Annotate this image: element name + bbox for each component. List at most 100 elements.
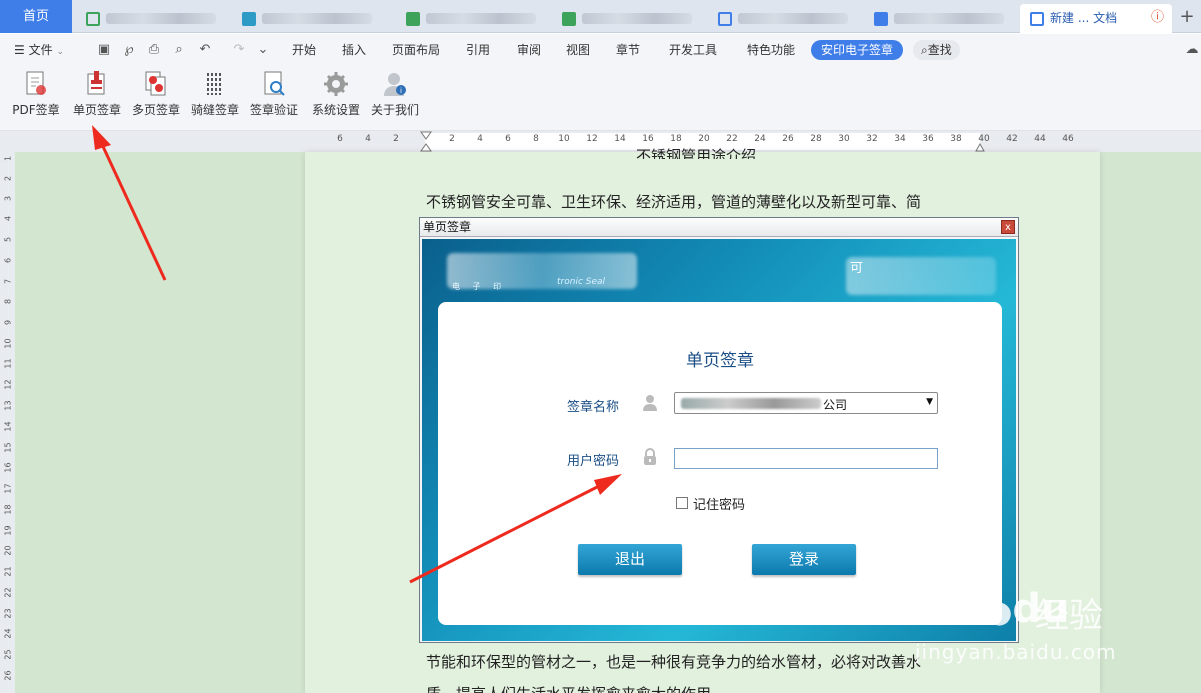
ruler-tick: 20 <box>698 134 710 144</box>
save-icon[interactable]: ▣ <box>95 41 113 59</box>
ruler-tick: 16 <box>642 134 654 144</box>
system-settings-button[interactable]: 系统设置 <box>310 70 362 118</box>
single-page-seal-icon <box>87 71 105 95</box>
vertical-ruler: 1 2 3 4 5 6 7 8 9 10 11 12 13 14 15 16 1… <box>0 152 15 693</box>
menu-page-layout[interactable]: 页面布局 <box>392 40 440 60</box>
print-preview-icon[interactable]: ⌕ <box>170 41 188 59</box>
tab-home[interactable]: 首页 <box>0 0 72 33</box>
baidu-jingyan-watermark: Bai●du 经验 jingyan.baidu.com <box>915 568 1145 668</box>
tab-title-blurred <box>262 13 372 24</box>
menu-start[interactable]: 开始 <box>292 40 316 60</box>
tab-document-2[interactable] <box>232 4 392 33</box>
remember-password-checkbox[interactable] <box>676 497 688 509</box>
indent-marker-icon[interactable] <box>420 131 432 152</box>
remember-password-label[interactable]: 记住密码 <box>693 494 745 513</box>
password-input[interactable] <box>674 448 938 469</box>
tab-document-4[interactable] <box>552 4 702 33</box>
ruler-tick: 2 <box>449 134 455 144</box>
vruler-tick: 23 <box>3 608 13 619</box>
undo-icon[interactable]: ↶ <box>196 41 214 59</box>
ruler-tick: 34 <box>894 134 906 144</box>
customize-toolbar-icon[interactable]: ⌄ <box>254 41 272 59</box>
dialog-title: 单页签章 <box>423 220 472 234</box>
vruler-tick: 24 <box>3 628 13 639</box>
cross-page-seal-label: 骑缝签章 <box>190 103 239 117</box>
cross-page-seal-button[interactable]: 骑缝签章 <box>190 70 240 118</box>
dropdown-arrow-icon[interactable]: ▼ <box>926 397 933 407</box>
right-indent-marker-icon[interactable] <box>975 131 985 152</box>
tab-title-blurred <box>426 13 536 24</box>
seal-name-value: 公司 <box>823 398 848 412</box>
print-icon[interactable]: ⎙ <box>145 41 163 59</box>
ruler-tick: 6 <box>505 134 511 144</box>
file-menu[interactable]: ☰ 文件 ⌄ <box>14 40 64 60</box>
about-us-button[interactable]: i 关于我们 <box>369 70 421 118</box>
single-page-seal-button[interactable]: 单页签章 <box>72 70 122 118</box>
user-icon <box>643 395 657 411</box>
vruler-tick: 9 <box>3 319 13 326</box>
close-icon[interactable]: x <box>1001 220 1015 234</box>
password-label: 用户密码 <box>567 454 620 469</box>
seal-name-select[interactable]: 公司 ▼ <box>674 392 938 414</box>
vruler-tick: 13 <box>3 400 13 411</box>
tab-active-document[interactable]: 新建 ... 文档 ⓘ <box>1020 4 1172 33</box>
tab-document-5[interactable] <box>708 4 858 33</box>
menu-references[interactable]: 引用 <box>466 40 490 60</box>
new-tab-icon[interactable]: + <box>1176 4 1198 30</box>
ruler-tick: 12 <box>586 134 598 144</box>
document-line-3[interactable]: 质、提高人们生活水平发挥愈来愈大的作用。 <box>426 683 726 693</box>
sheet-icon <box>562 11 576 26</box>
vruler-tick: 10 <box>3 338 13 349</box>
ruler-tick: 4 <box>365 134 371 144</box>
hamburger-icon: ☰ <box>14 43 25 57</box>
verify-seal-icon <box>264 71 285 96</box>
menu-featured[interactable]: 特色功能 <box>747 40 795 60</box>
format-painter-icon[interactable]: ℘ <box>120 41 138 59</box>
verify-seal-button[interactable]: 签章验证 <box>249 70 299 118</box>
tab-close-icon[interactable]: ⓘ <box>1151 4 1164 32</box>
menu-bar: ☰ 文件 ⌄ ▣ ℘ ⎙ ⌕ ↶ ↷ ⌄ 开始 插入 页面布局 引用 审阅 视图… <box>0 34 1201 65</box>
paw-icon: ● <box>986 595 1013 630</box>
menu-developer[interactable]: 开发工具 <box>669 40 717 60</box>
dialog-title-bar[interactable]: 单页签章 x <box>420 218 1018 237</box>
tab-document-6[interactable] <box>864 4 1014 33</box>
vruler-tick: 1 <box>3 155 13 162</box>
menu-view[interactable]: 视图 <box>566 40 590 60</box>
pdf-seal-button[interactable]: PDF签章 <box>12 70 60 118</box>
tab-title-blurred <box>106 13 216 24</box>
menu-insert[interactable]: 插入 <box>342 40 366 60</box>
vruler-tick: 22 <box>3 587 13 598</box>
document-heading[interactable]: 不锈钢管用途介绍 <box>636 145 756 159</box>
vruler-tick: 7 <box>3 278 13 285</box>
seal-name-blurred <box>681 398 821 409</box>
tab-title-blurred <box>738 13 848 24</box>
menu-review[interactable]: 审阅 <box>517 40 541 60</box>
vruler-tick: 14 <box>3 421 13 432</box>
vruler-tick: 15 <box>3 442 13 453</box>
ruler-tick: 26 <box>782 134 794 144</box>
tab-document-1[interactable] <box>76 4 226 33</box>
menu-anyin-e-seal[interactable]: 安印电子签章 <box>811 40 904 60</box>
login-button[interactable]: 登录 <box>752 544 856 575</box>
document-line-1[interactable]: 不锈钢管安全可靠、卫生环保、经济适用，管道的薄壁化以及新型可靠、简 <box>426 191 921 212</box>
cloud-icon[interactable]: ☁ <box>1183 41 1201 59</box>
exit-button[interactable]: 退出 <box>578 544 682 575</box>
vruler-tick: 2 <box>3 175 13 182</box>
gear-icon <box>324 72 348 96</box>
tab-document-3[interactable] <box>396 4 546 33</box>
vruler-tick: 18 <box>3 504 13 515</box>
menu-section[interactable]: 章节 <box>616 40 640 60</box>
ruler-tick: 10 <box>558 134 570 144</box>
search-button[interactable]: ⌕查找 <box>913 40 960 60</box>
document-line-2[interactable]: 节能和环保型的管材之一，也是一种很有竞争力的给水管材，必将对改善水 <box>426 651 921 672</box>
doc-icon <box>242 11 256 26</box>
verify-seal-label: 签章验证 <box>249 103 298 117</box>
ruler-tick: 24 <box>754 134 766 144</box>
lock-icon <box>644 448 656 465</box>
ruler-tick: 6 <box>337 134 343 144</box>
logo-caption: 电 子 印 <box>452 282 507 291</box>
vruler-tick: 3 <box>3 195 13 202</box>
redo-icon[interactable]: ↷ <box>230 41 248 59</box>
ruler-tick: 4 <box>477 134 483 144</box>
multi-page-seal-button[interactable]: 多页签章 <box>131 70 181 118</box>
